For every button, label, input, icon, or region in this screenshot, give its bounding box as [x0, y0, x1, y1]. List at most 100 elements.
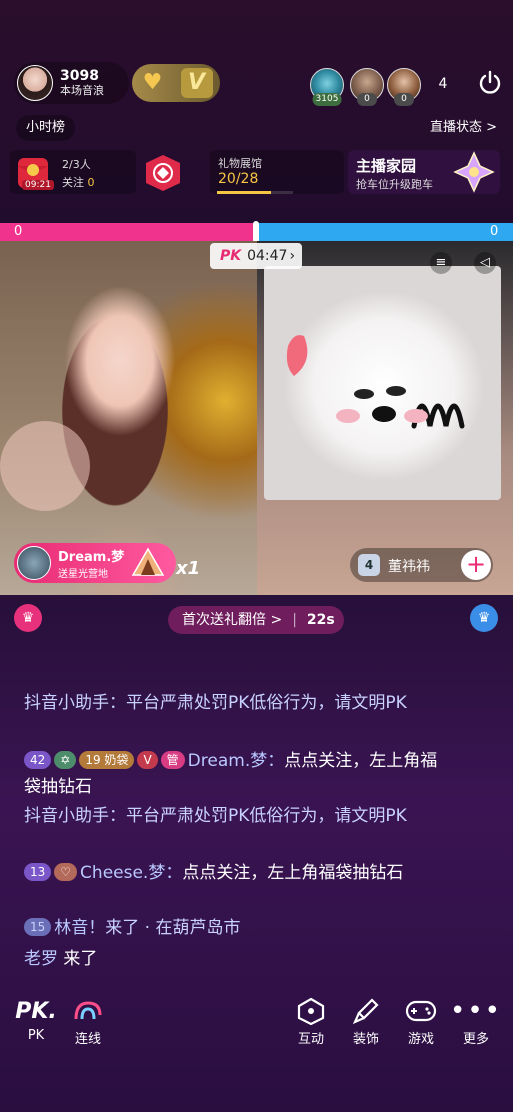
- chat-name: 老罗: [24, 949, 58, 969]
- star-badge-icon: ✡: [54, 751, 77, 769]
- guest-name: 董祎祎: [388, 559, 430, 575]
- chat-message-3[interactable]: 抖音小助手：平台严肃处罚PK低俗行为，请文明PK: [24, 803, 444, 829]
- decor-label: 装饰: [352, 1032, 379, 1047]
- first-gift-countdown: 22s: [306, 612, 335, 628]
- more-label: 更多: [462, 1032, 489, 1047]
- pk-icon: PK.: [15, 998, 57, 1024]
- viewer-count[interactable]: 4: [429, 70, 457, 98]
- link-label: 连线: [74, 1032, 101, 1047]
- chat-name: Cheese.梦：: [80, 863, 183, 883]
- more-dots-icon: •••: [450, 996, 503, 1026]
- chat-name: 抖音小助手：: [24, 806, 126, 826]
- pk-button[interactable]: PK. PK: [11, 994, 61, 1044]
- game-label: 游戏: [407, 1032, 434, 1047]
- pk-label: PK: [27, 1028, 45, 1043]
- first-gift-text: 首次送礼翻倍 >: [182, 612, 283, 628]
- viewer-badge: 0: [357, 93, 377, 106]
- level-badge: 13: [24, 863, 52, 881]
- banner-divider: |: [292, 612, 297, 628]
- gift-hall-title: 礼物展馆: [218, 157, 262, 170]
- gift-hall-progress-track: [217, 191, 293, 194]
- live-status-button[interactable]: 直播状态 >: [420, 115, 507, 141]
- star-gem-icon: [452, 150, 496, 194]
- hand-blur: [0, 421, 90, 511]
- settings-icon[interactable]: ≡: [430, 252, 452, 274]
- level-badge: 15: [24, 918, 52, 936]
- host-score-label: 本场音浪: [60, 83, 104, 97]
- chat-message-2[interactable]: 42 ✡ 19 奶袋 V 管 Dream.梦：点点关注，左上角福袋抽钻石: [24, 748, 444, 800]
- left-host-video[interactable]: [0, 241, 257, 595]
- power-icon[interactable]: [477, 70, 503, 96]
- lucky-bag-timer: 09:21: [22, 180, 54, 190]
- chevron-right-icon: ›: [289, 248, 296, 264]
- pk-score-bar-left: [0, 223, 256, 241]
- add-follow-icon[interactable]: +: [461, 550, 491, 580]
- chat-message-4[interactable]: 13 ♡ Cheese.梦：点点关注，左上角福袋抽钻石: [24, 860, 444, 886]
- interact-label: 互动: [297, 1032, 324, 1047]
- chat-text: 来了: [63, 949, 98, 969]
- pk-right-score: 0: [490, 224, 499, 239]
- viewer-2[interactable]: 0: [350, 68, 384, 106]
- host-avatar[interactable]: [17, 65, 53, 101]
- follow-row: 关注 0: [62, 174, 95, 190]
- heart-badge-icon: ♡: [54, 863, 78, 881]
- host-home-card[interactable]: 主播家园 抢车位升级跑车: [348, 150, 500, 194]
- interact-button[interactable]: 互动: [286, 994, 336, 1047]
- chat-name: 抖音小助手：: [24, 693, 126, 713]
- hour-rank-button[interactable]: 小时榜: [16, 115, 76, 141]
- level-badge: 42: [24, 751, 52, 769]
- pk-timer-value: 04:47: [247, 248, 288, 264]
- chat-text: 来了 · 在葫芦岛市: [105, 918, 241, 938]
- guest-level: 4: [358, 554, 380, 576]
- gifter-gift: 送星光营地: [58, 569, 108, 580]
- chat-text: 点点关注，左上角福袋抽钻石: [182, 863, 404, 883]
- fan-badge: 19 奶袋: [79, 751, 135, 769]
- brush-icon: [341, 994, 391, 1028]
- pk-score-bar-right: [256, 223, 513, 241]
- right-crown-icon[interactable]: ♛: [470, 604, 498, 632]
- heart-icon: ♥: [142, 70, 163, 95]
- chat-message-6[interactable]: 老罗 来了: [24, 946, 444, 972]
- camp-gift-icon: [130, 545, 166, 581]
- follow-count: 0: [87, 176, 95, 189]
- gift-box-icon[interactable]: [142, 153, 184, 193]
- dog-sticker: [264, 266, 501, 500]
- fan-club-button[interactable]: ♥ V: [132, 64, 220, 102]
- gifter-name: Dream.梦: [58, 550, 125, 565]
- chat-name: 林音！: [54, 918, 106, 938]
- fans-task-card[interactable]: 09:21 2/3人 关注 0: [10, 150, 136, 194]
- follow-label: 关注: [62, 176, 84, 189]
- pk-left-score: 0: [14, 224, 23, 239]
- game-button[interactable]: 游戏: [396, 994, 446, 1047]
- host-home-title: 主播家园: [356, 157, 417, 175]
- link-button[interactable]: 连线: [63, 994, 113, 1047]
- fans-progress: 2/3人: [62, 158, 91, 171]
- viewer-3[interactable]: 0: [387, 68, 421, 106]
- gift-hall-progress-fill: [217, 191, 271, 194]
- pk-timer[interactable]: PK 04:47 ›: [210, 243, 302, 269]
- gamepad-icon: [396, 994, 446, 1028]
- viewer-badge: 0: [394, 93, 414, 106]
- chat-name: Dream.梦：: [187, 751, 285, 771]
- mute-icon[interactable]: ◁: [474, 252, 496, 274]
- gift-count: x1: [176, 558, 201, 579]
- pk-bar-divider: [253, 221, 259, 243]
- host-home-subtitle: 抢车位升级跑车: [356, 178, 433, 191]
- host-score: 3098: [60, 68, 99, 85]
- v-badge: V: [137, 751, 158, 769]
- host-info[interactable]: 3098 本场音浪: [14, 62, 129, 104]
- left-top-gifter[interactable]: Dream.梦 送星光营地: [14, 543, 176, 583]
- chat-message-1[interactable]: 抖音小助手：平台严肃处罚PK低俗行为，请文明PK: [24, 690, 444, 716]
- link-icon: [63, 994, 113, 1028]
- viewer-1[interactable]: 3105: [310, 68, 344, 106]
- viewer-badge: 3105: [312, 93, 342, 106]
- chat-text: 平台严肃处罚PK低俗行为，请文明PK: [126, 806, 407, 826]
- gifter-avatar: [17, 546, 51, 580]
- first-gift-banner[interactable]: 首次送礼翻倍 > | 22s: [168, 606, 344, 634]
- decor-button[interactable]: 装饰: [341, 994, 391, 1047]
- left-crown-icon[interactable]: ♛: [14, 604, 42, 632]
- interact-icon: [286, 994, 336, 1028]
- chat-message-5[interactable]: 15 林音！来了 · 在葫芦岛市: [24, 915, 444, 941]
- gift-hall-card[interactable]: 礼物展馆 20/28: [210, 150, 344, 194]
- more-button[interactable]: ••• 更多: [450, 994, 503, 1047]
